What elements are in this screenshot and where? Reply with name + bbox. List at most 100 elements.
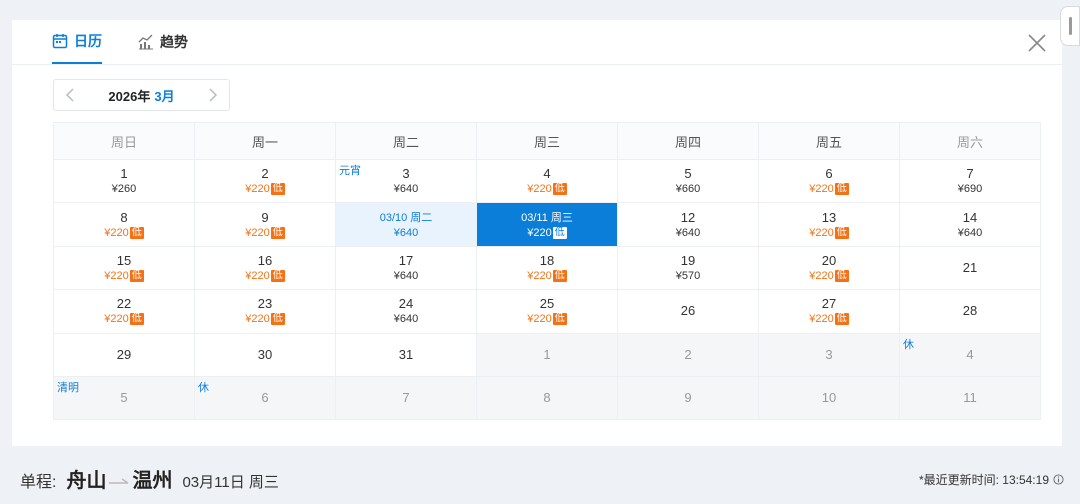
day-price: ¥220 低 — [54, 312, 194, 326]
day-price: ¥220 低 — [477, 226, 617, 240]
close-button[interactable] — [1026, 32, 1048, 54]
low-price-badge: 低 — [834, 183, 849, 196]
chevron-right-icon — [209, 88, 218, 102]
month-navigator: 2026年 3月 — [53, 79, 230, 111]
trend-chart-icon — [138, 34, 153, 50]
price-value: ¥640 — [957, 226, 983, 239]
calendar-day-cell[interactable]: 31 — [335, 332, 477, 377]
last-updated: *最近更新时间: 13:54:19 — [919, 471, 1064, 488]
calendar-day-cell[interactable]: 27 ¥220 低 — [758, 289, 900, 334]
tab-calendar[interactable]: 日历 — [52, 20, 102, 64]
price-value: ¥640 — [393, 183, 419, 196]
day-price: ¥220 低 — [195, 312, 335, 326]
price-value: ¥220 — [527, 226, 552, 239]
low-price-badge: 低 — [270, 313, 285, 326]
calendar-day-cell[interactable]: 03/10 周二 ¥640 — [335, 202, 477, 247]
price-value: ¥220 — [809, 313, 834, 326]
calendar-day-cell[interactable]: 19 ¥570 — [617, 245, 759, 291]
next-month-button[interactable] — [197, 80, 229, 110]
calendar-day-cell[interactable]: 03/11 周三 ¥220 低 — [476, 202, 618, 247]
calendar-day-cell[interactable]: 14 ¥640 — [899, 202, 1041, 247]
day-price: ¥220 低 — [54, 226, 194, 240]
origin-city: 舟山 — [66, 470, 107, 492]
calendar-day-cell[interactable]: 25 ¥220 低 — [476, 289, 618, 334]
trip-summary-bar: 单程: 舟山 温州 03月11日 周三 *最近更新时间: 13:54:19 — [0, 452, 1080, 504]
holiday-tag: 元宵 — [339, 165, 361, 177]
side-panel-handle[interactable] — [1060, 6, 1080, 46]
day-number: 15 — [116, 252, 132, 268]
day-number: 26 — [680, 303, 696, 319]
calendar-day-cell[interactable]: 8 ¥220 低 — [53, 202, 195, 247]
calendar-day-cell: 9 — [617, 375, 759, 421]
calendar-day-cell[interactable]: 7 ¥690 — [899, 158, 1041, 204]
day-price: ¥640 — [336, 269, 476, 283]
day-number: 10 — [821, 390, 837, 406]
low-price-badge: 低 — [270, 269, 285, 282]
calendar-day-cell[interactable]: 5 ¥660 — [617, 158, 759, 204]
day-number: 31 — [398, 346, 414, 362]
day-number: 11 — [963, 390, 977, 406]
calendar-day-cell[interactable]: 16 ¥220 低 — [194, 245, 336, 291]
calendar-day-cell[interactable]: 17 ¥640 — [335, 245, 477, 291]
day-number: 22 — [116, 296, 132, 312]
calendar-day-cell[interactable]: 21 — [899, 245, 1041, 291]
day-price: ¥220 低 — [54, 269, 194, 283]
calendar-day-cell[interactable]: 28 — [899, 289, 1041, 334]
day-number: 4 — [543, 166, 551, 182]
calendar-day-cell[interactable]: 9 ¥220 低 — [194, 202, 336, 247]
day-number: 1 — [543, 346, 551, 362]
day-number: 7 — [402, 390, 410, 406]
day-price: ¥220 低 — [195, 269, 335, 283]
weekday-header: 周四 — [617, 122, 759, 160]
calendar-day-cell[interactable]: 18 ¥220 低 — [476, 245, 618, 291]
calendar-day-cell[interactable]: 29 — [53, 332, 195, 377]
day-price: ¥660 — [618, 182, 758, 196]
calendar-day-cell[interactable]: 23 ¥220 低 — [194, 289, 336, 334]
tab-trend[interactable]: 趋势 — [138, 20, 188, 64]
calendar-week-row: 22 ¥220 低 23 ¥220 低 24 ¥640 25 ¥220 低 26 27 ¥220 低 28 — [53, 289, 1041, 334]
weekday-header: 周日 — [53, 122, 195, 160]
price-value: ¥220 — [104, 226, 129, 239]
day-price: ¥640 — [336, 182, 476, 196]
calendar-day-cell[interactable]: 22 ¥220 低 — [53, 289, 195, 334]
calendar-day-cell[interactable]: 2 ¥220 低 — [194, 158, 336, 204]
calendar-day-cell: 3 — [758, 332, 900, 377]
calendar-day-cell[interactable]: 15 ¥220 低 — [53, 245, 195, 291]
calendar-week-row: 29 30 31 1 2 3 休 4 — [53, 332, 1041, 377]
info-icon[interactable] — [1053, 474, 1064, 485]
calendar-day-cell[interactable]: 12 ¥640 — [617, 202, 759, 247]
calendar-day-cell[interactable]: 4 ¥220 低 — [476, 158, 618, 204]
day-number: 13 — [821, 209, 837, 225]
day-number: 30 — [257, 346, 273, 362]
price-value: ¥220 — [809, 226, 834, 239]
price-value: ¥220 — [527, 183, 552, 196]
day-number: 9 — [261, 209, 269, 225]
calendar-day-cell[interactable]: 13 ¥220 低 — [758, 202, 900, 247]
day-number: 9 — [684, 390, 692, 406]
calendar-day-cell[interactable]: 元宵 3 ¥640 — [335, 158, 477, 204]
calendar-day-cell: 10 — [758, 375, 900, 421]
price-value: ¥220 — [245, 313, 270, 326]
calendar-day-cell[interactable]: 1 ¥260 — [53, 158, 195, 204]
day-number: 28 — [962, 303, 978, 319]
prev-month-button[interactable] — [54, 80, 86, 110]
calendar-day-cell[interactable]: 6 ¥220 低 — [758, 158, 900, 204]
low-price-badge: 低 — [129, 226, 144, 239]
day-number: 25 — [539, 296, 555, 312]
day-number: 20 — [821, 252, 837, 268]
low-price-badge: 低 — [129, 269, 144, 282]
calendar-day-cell[interactable]: 24 ¥640 — [335, 289, 477, 334]
day-number: 14 — [962, 209, 978, 225]
calendar-day-cell[interactable]: 26 — [617, 289, 759, 334]
day-number: 5 — [684, 166, 692, 182]
price-value: ¥690 — [957, 183, 983, 196]
day-number: 1 — [120, 166, 128, 182]
low-price-badge: 低 — [129, 313, 144, 326]
day-number: 27 — [821, 296, 837, 312]
weekday-header-row: 周日 周一 周二 周三 周四 周五 周六 — [53, 122, 1041, 160]
calendar-day-cell[interactable]: 30 — [194, 332, 336, 377]
price-value: ¥640 — [393, 269, 419, 282]
calendar-day-cell: 休6 — [194, 375, 336, 421]
calendar-day-cell[interactable]: 20 ¥220 低 — [758, 245, 900, 291]
day-price: ¥640 — [336, 226, 476, 240]
